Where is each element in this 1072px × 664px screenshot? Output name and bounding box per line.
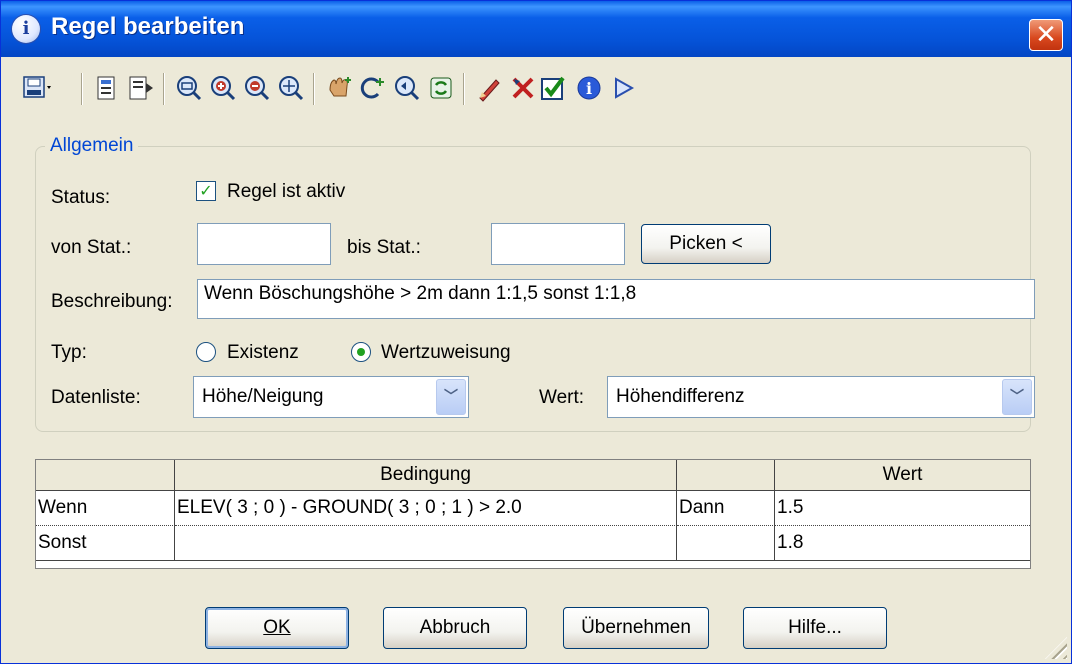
table-header-value[interactable]: Wert [775, 460, 1030, 491]
table-cell-row2-then[interactable] [677, 526, 775, 561]
pick-button[interactable]: Picken < [641, 224, 771, 264]
check-validate-icon[interactable] [537, 73, 569, 103]
zoom-out-icon[interactable] [241, 73, 273, 103]
close-button[interactable]: ✕ [1029, 19, 1063, 51]
table-header-condition[interactable]: Bedingung [175, 460, 677, 491]
table-cell-row1-condition[interactable]: ELEV( 3 ; 0 ) - GROUND( 3 ; 0 ; 1 ) > 2.… [175, 491, 677, 526]
value-select[interactable]: Höhendifferenz ﹀ [607, 376, 1035, 418]
to-station-input[interactable] [491, 223, 625, 265]
window-title: Regel bearbeiten [51, 13, 245, 40]
toolbar: i [19, 67, 1059, 111]
zoom-extents-icon[interactable] [173, 73, 205, 103]
value-label: Wert: [539, 387, 585, 408]
type-label: Typ: [51, 342, 87, 363]
radio-existenz-label[interactable]: Existenz [227, 342, 299, 364]
radio-wertzuweisung[interactable] [351, 342, 371, 362]
description-label: Beschreibung: [51, 291, 173, 312]
datalist-label: Datenliste: [51, 387, 141, 408]
pencil-edit-icon[interactable] [473, 73, 505, 103]
datalist-value: Höhe/Neigung [202, 386, 324, 407]
radio-wertzuweisung-label[interactable]: Wertzuweisung [381, 342, 511, 364]
active-checkbox[interactable]: ✓ [196, 181, 216, 201]
save-dropdown-icon[interactable] [21, 73, 53, 103]
pan-hand-icon[interactable] [323, 73, 355, 103]
to-station-label: bis Stat.: [347, 237, 421, 258]
resize-grip[interactable] [1045, 637, 1067, 659]
apply-button[interactable]: Übernehmen [563, 607, 709, 649]
status-label: Status: [51, 187, 111, 208]
zoom-previous-icon[interactable] [391, 73, 423, 103]
info-icon: i [12, 15, 40, 43]
help-button[interactable]: Hilfe... [743, 607, 887, 649]
description-input[interactable]: Wenn Böschungshöhe > 2m dann 1:1,5 sonst… [197, 279, 1035, 319]
table-header-then[interactable] [677, 460, 775, 491]
from-station-input[interactable] [197, 223, 331, 265]
svg-text:i: i [586, 79, 592, 98]
toolbar-separator [313, 73, 315, 105]
title-bar[interactable]: i Regel bearbeiten ✕ [1, 1, 1071, 57]
table-cell-row2-value[interactable]: 1.8 [775, 526, 1030, 561]
general-group-label: Allgemein [45, 135, 139, 157]
toolbar-separator [163, 73, 165, 105]
cancel-button[interactable]: Abbruch [383, 607, 527, 649]
table-cell-row1-label[interactable]: Wenn [36, 491, 175, 526]
table-cell-row2-label[interactable]: Sonst [36, 526, 175, 561]
add-pick-icon[interactable] [357, 73, 389, 103]
rules-table: Bedingung Wert Wenn ELEV( 3 ; 0 ) - GROU… [35, 459, 1031, 569]
info-icon[interactable]: i [573, 73, 605, 103]
play-icon[interactable] [607, 73, 639, 103]
delete-tools-icon[interactable] [507, 73, 539, 103]
radio-existenz[interactable] [196, 342, 216, 362]
value-select-value: Höhendifferenz [616, 386, 745, 407]
copy-page-icon[interactable] [91, 73, 123, 103]
refresh-icon[interactable] [425, 73, 457, 103]
chevron-down-icon[interactable]: ﹀ [436, 379, 466, 415]
insert-page-icon[interactable] [125, 73, 157, 103]
toolbar-separator [81, 73, 83, 105]
table-cell-row2-condition[interactable] [175, 526, 677, 561]
rule-edit-dialog: i Regel bearbeiten ✕ i Allgemein Status:… [0, 0, 1072, 664]
datalist-select[interactable]: Höhe/Neigung ﹀ [193, 376, 469, 418]
from-station-label: von Stat.: [51, 237, 132, 258]
table-header-corner [36, 460, 175, 491]
table-cell-row1-value[interactable]: 1.5 [775, 491, 1030, 526]
table-cell-row1-then[interactable]: Dann [677, 491, 775, 526]
zoom-in-icon[interactable] [207, 73, 239, 103]
toolbar-separator [463, 73, 465, 105]
active-checkbox-label[interactable]: Regel ist aktiv [227, 181, 345, 203]
ok-button[interactable]: OK [205, 607, 349, 649]
zoom-window-icon[interactable] [275, 73, 307, 103]
chevron-down-icon[interactable]: ﹀ [1002, 379, 1032, 415]
